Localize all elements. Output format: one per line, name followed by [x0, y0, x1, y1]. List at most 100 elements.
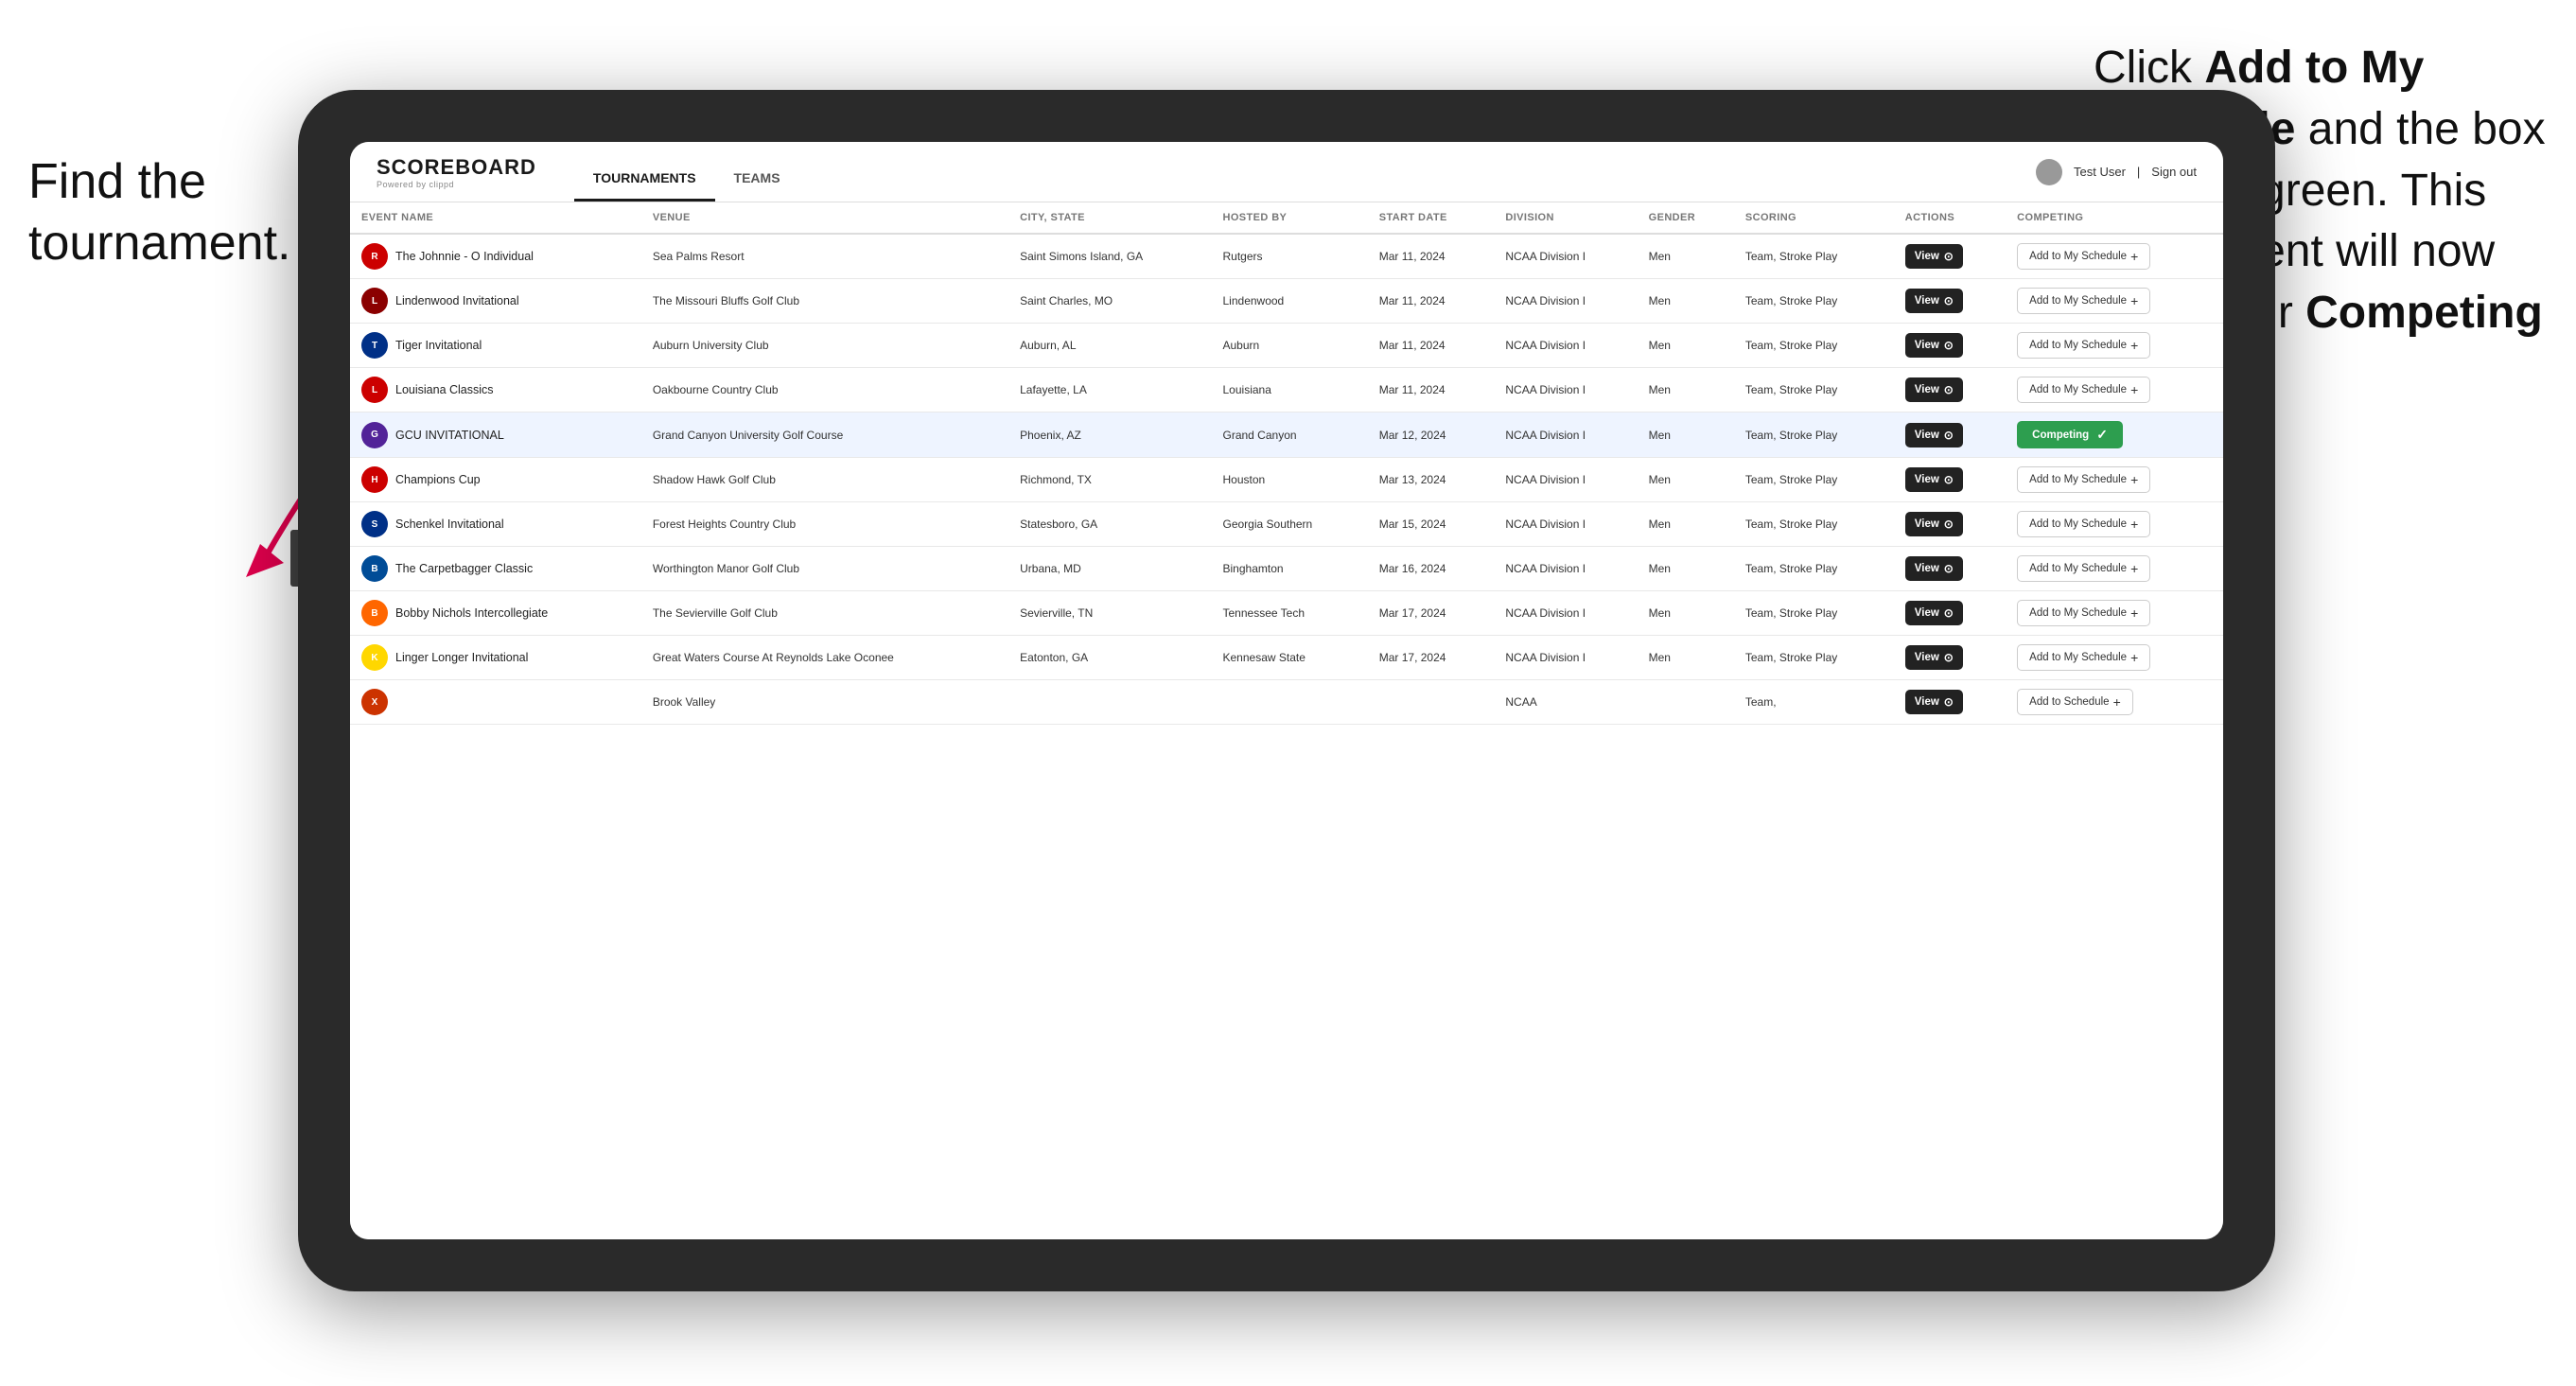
- view-button[interactable]: View ⊙: [1905, 289, 1963, 313]
- cell-event-name: H Champions Cup: [350, 458, 641, 502]
- team-logo: G: [361, 422, 388, 448]
- add-schedule-button[interactable]: Add to My Schedule +: [2017, 332, 2150, 359]
- event-name-text: Bobby Nichols Intercollegiate: [395, 606, 548, 620]
- cell-competing: Add to My Schedule +: [2006, 458, 2223, 502]
- cell-gender: Men: [1638, 412, 1734, 458]
- cell-scoring: Team, Stroke Play: [1734, 591, 1894, 636]
- cell-hosted-by: Georgia Southern: [1212, 502, 1368, 547]
- competing-button[interactable]: Competing ✓: [2017, 421, 2123, 448]
- cell-gender: Men: [1638, 547, 1734, 591]
- add-schedule-button[interactable]: Add to My Schedule +: [2017, 243, 2150, 270]
- cell-venue: Sea Palms Resort: [641, 234, 1008, 279]
- add-schedule-label: Add to My Schedule: [2029, 384, 2127, 395]
- table-row: G GCU INVITATIONAL Grand Canyon Universi…: [350, 412, 2223, 458]
- check-icon: ✓: [2096, 427, 2108, 443]
- cell-hosted-by: Lindenwood: [1212, 279, 1368, 324]
- view-button[interactable]: View ⊙: [1905, 512, 1963, 536]
- add-schedule-button[interactable]: Add to My Schedule +: [2017, 644, 2150, 671]
- cell-division: NCAA Division I: [1494, 412, 1637, 458]
- event-name-text: Schenkel Invitational: [395, 518, 504, 531]
- view-button[interactable]: View ⊙: [1905, 333, 1963, 358]
- view-button[interactable]: View ⊙: [1905, 423, 1963, 447]
- cell-division: NCAA Division I: [1494, 234, 1637, 279]
- table-row: L Lindenwood Invitational The Missouri B…: [350, 279, 2223, 324]
- cell-city-state: Richmond, TX: [1008, 458, 1211, 502]
- cell-scoring: Team, Stroke Play: [1734, 502, 1894, 547]
- team-logo: K: [361, 644, 388, 671]
- plus-icon: +: [2130, 606, 2138, 620]
- cell-division: NCAA Division I: [1494, 324, 1637, 368]
- table-row: T Tiger Invitational Auburn University C…: [350, 324, 2223, 368]
- cell-actions: View ⊙: [1894, 368, 2006, 412]
- view-button[interactable]: View ⊙: [1905, 645, 1963, 670]
- team-logo: B: [361, 555, 388, 582]
- cell-actions: View ⊙: [1894, 680, 2006, 725]
- cell-event-name: K Linger Longer Invitational: [350, 636, 641, 680]
- plus-icon: +: [2130, 250, 2138, 263]
- add-schedule-button[interactable]: Add to My Schedule +: [2017, 511, 2150, 537]
- cell-actions: View ⊙: [1894, 591, 2006, 636]
- user-name: Test User: [2074, 165, 2126, 179]
- add-schedule-label: Add to Schedule: [2029, 696, 2109, 708]
- cell-hosted-by: Grand Canyon: [1212, 412, 1368, 458]
- event-name-text: Tiger Invitational: [395, 339, 482, 352]
- cell-venue: Grand Canyon University Golf Course: [641, 412, 1008, 458]
- cell-competing: Add to My Schedule +: [2006, 368, 2223, 412]
- add-schedule-button[interactable]: Add to My Schedule +: [2017, 466, 2150, 493]
- view-button[interactable]: View ⊙: [1905, 377, 1963, 402]
- event-name-text: The Johnnie - O Individual: [395, 250, 534, 263]
- cell-division: NCAA: [1494, 680, 1637, 725]
- cell-city-state: [1008, 680, 1211, 725]
- event-name-text: GCU INVITATIONAL: [395, 429, 504, 442]
- tab-teams[interactable]: TEAMS: [715, 142, 799, 202]
- cell-scoring: Team, Stroke Play: [1734, 636, 1894, 680]
- tab-tournaments[interactable]: TOURNAMENTS: [574, 142, 715, 202]
- event-name-text: Linger Longer Invitational: [395, 651, 528, 664]
- tablet-screen: SCOREBOARD Powered by clippd TOURNAMENTS…: [350, 142, 2223, 1239]
- plus-icon: +: [2130, 294, 2138, 307]
- add-schedule-button[interactable]: Add to My Schedule +: [2017, 555, 2150, 582]
- view-button[interactable]: View ⊙: [1905, 601, 1963, 625]
- plus-icon: +: [2130, 651, 2138, 664]
- cell-event-name: B Bobby Nichols Intercollegiate: [350, 591, 641, 636]
- view-button[interactable]: View ⊙: [1905, 556, 1963, 581]
- view-button[interactable]: View ⊙: [1905, 467, 1963, 492]
- add-schedule-button[interactable]: Add to My Schedule +: [2017, 377, 2150, 403]
- cell-start-date: Mar 16, 2024: [1368, 547, 1495, 591]
- team-logo: L: [361, 377, 388, 403]
- event-name-text: The Carpetbagger Classic: [395, 562, 533, 575]
- col-competing: COMPETING: [2006, 202, 2223, 234]
- cell-start-date: [1368, 680, 1495, 725]
- cell-hosted-by: Kennesaw State: [1212, 636, 1368, 680]
- table-row: R The Johnnie - O Individual Sea Palms R…: [350, 234, 2223, 279]
- cell-actions: View ⊙: [1894, 502, 2006, 547]
- sign-out-link[interactable]: Sign out: [2151, 165, 2197, 179]
- table-row: B The Carpetbagger Classic Worthington M…: [350, 547, 2223, 591]
- add-schedule-label: Add to My Schedule: [2029, 340, 2127, 351]
- annotation-left-line2: tournament.: [28, 216, 291, 271]
- add-schedule-button[interactable]: Add to Schedule +: [2017, 689, 2133, 715]
- cell-start-date: Mar 12, 2024: [1368, 412, 1495, 458]
- cell-competing: Add to My Schedule +: [2006, 234, 2223, 279]
- table-row: K Linger Longer Invitational Great Water…: [350, 636, 2223, 680]
- col-division: DIVISION: [1494, 202, 1637, 234]
- view-button[interactable]: View ⊙: [1905, 690, 1963, 714]
- logo-sub: Powered by clippd: [377, 180, 536, 189]
- add-schedule-button[interactable]: Add to My Schedule +: [2017, 288, 2150, 314]
- cell-start-date: Mar 17, 2024: [1368, 591, 1495, 636]
- team-logo: H: [361, 466, 388, 493]
- cell-gender: Men: [1638, 458, 1734, 502]
- competing-label: Competing: [2032, 430, 2089, 441]
- view-button[interactable]: View ⊙: [1905, 244, 1963, 269]
- cell-scoring: Team, Stroke Play: [1734, 412, 1894, 458]
- cell-scoring: Team, Stroke Play: [1734, 324, 1894, 368]
- cell-division: NCAA Division I: [1494, 636, 1637, 680]
- cell-city-state: Saint Simons Island, GA: [1008, 234, 1211, 279]
- plus-icon: +: [2130, 383, 2138, 396]
- cell-scoring: Team, Stroke Play: [1734, 368, 1894, 412]
- cell-scoring: Team,: [1734, 680, 1894, 725]
- cell-city-state: Saint Charles, MO: [1008, 279, 1211, 324]
- cell-city-state: Lafayette, LA: [1008, 368, 1211, 412]
- tournaments-table: EVENT NAME VENUE CITY, STATE HOSTED BY S…: [350, 202, 2223, 725]
- add-schedule-button[interactable]: Add to My Schedule +: [2017, 600, 2150, 626]
